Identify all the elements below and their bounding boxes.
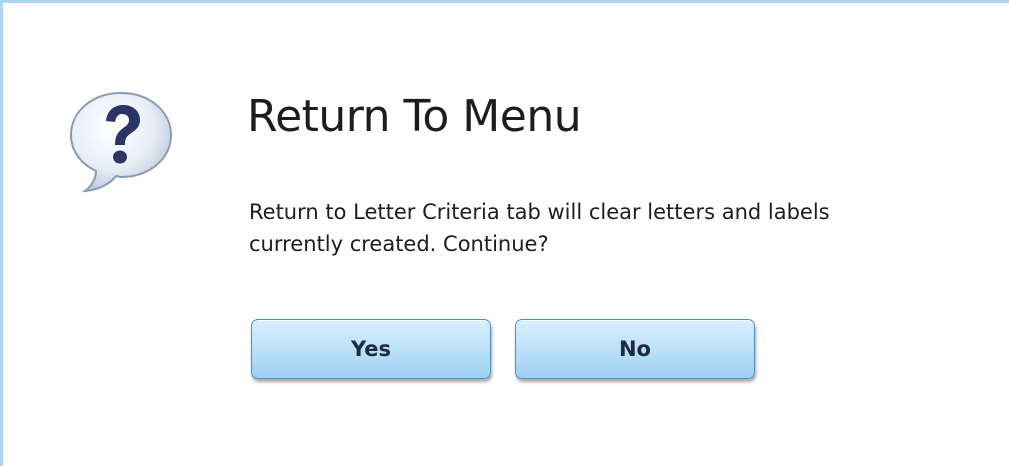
no-button[interactable]: No bbox=[515, 319, 755, 379]
dialog-message: Return to Letter Criteria tab will clear… bbox=[249, 200, 830, 256]
question-bubble-icon bbox=[65, 85, 177, 197]
confirm-dialog: Return To Menu Return to Letter Criteria… bbox=[0, 0, 1009, 466]
yes-button[interactable]: Yes bbox=[251, 319, 491, 379]
dialog-title: Return To Menu bbox=[247, 91, 582, 142]
